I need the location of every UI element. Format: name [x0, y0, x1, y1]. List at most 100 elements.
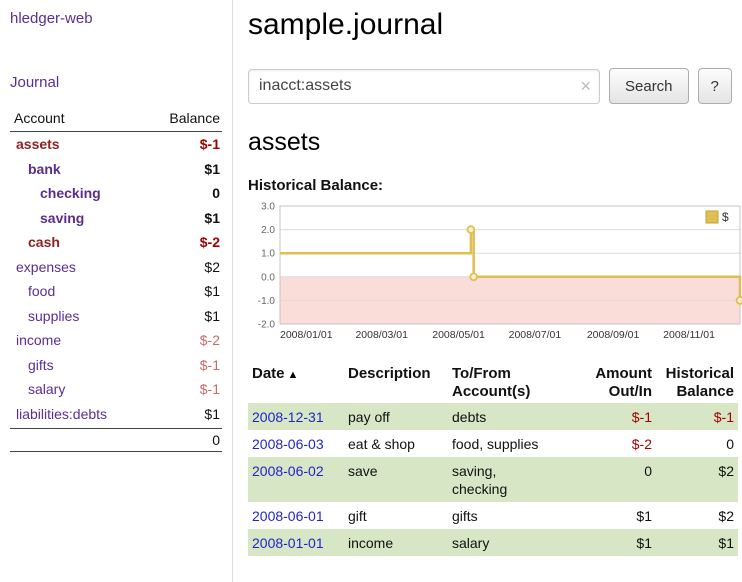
sidebar-account-row: food $1 [10, 279, 222, 304]
transaction-amount-cell: $1 [580, 502, 656, 529]
sidebar-account-link[interactable]: salary [10, 381, 65, 397]
transaction-date-cell: 2008-12-31 [248, 403, 344, 430]
sidebar-account-row: salary $-1 [10, 377, 222, 402]
svg-text:3.0: 3.0 [261, 202, 275, 213]
account-balance-value: 0 [212, 185, 220, 201]
register-row: 2008-01-01incomesalary$1$1 [248, 529, 738, 556]
sidebar-account-link[interactable]: supplies [10, 308, 79, 324]
svg-text:2008/11/01: 2008/11/01 [663, 329, 715, 341]
sidebar-account-row: liabilities:debts $1 [10, 402, 222, 427]
svg-text:$: $ [722, 210, 729, 224]
search-button[interactable]: Search [609, 68, 689, 104]
account-balance-value: $-1 [200, 357, 220, 373]
sidebar-account-link[interactable]: income [10, 332, 61, 348]
account-balance-value: $1 [204, 406, 220, 422]
svg-text:2008/07/01: 2008/07/01 [509, 329, 562, 341]
svg-text:2008/09/01: 2008/09/01 [587, 329, 640, 341]
sidebar-account-row: saving $1 [10, 206, 222, 231]
sidebar-account-link[interactable]: saving [10, 210, 84, 226]
transaction-date-cell: 2008-06-01 [248, 502, 344, 529]
sidebar-account-link[interactable]: gifts [10, 357, 54, 373]
search-box: × [248, 69, 600, 104]
sidebar-account-link[interactable]: liabilities:debts [10, 406, 107, 422]
transaction-date-link[interactable]: 2008-06-02 [252, 463, 324, 479]
transaction-balance-cell: 0 [656, 430, 738, 457]
sidebar-account-row: checking 0 [10, 181, 222, 206]
column-header-balance: Historical Balance [656, 363, 738, 403]
account-balance-value: $-1 [200, 381, 220, 397]
transaction-balance-cell: $1 [656, 529, 738, 556]
chart-title: Historical Balance: [248, 177, 738, 194]
transaction-balance-cell: $-1 [656, 403, 738, 430]
svg-text:-2.0: -2.0 [258, 320, 276, 331]
account-balance-value: $-2 [200, 234, 220, 250]
sidebar-account-row: supplies$1 [10, 304, 222, 329]
date-header-label: Date [252, 365, 285, 382]
sidebar-account-link[interactable]: bank [10, 161, 61, 177]
sidebar-item-journal[interactable]: Journal [10, 74, 59, 91]
balance-chart-svg: $3.02.01.00.0-1.0-2.02008/01/012008/03/0… [248, 198, 742, 350]
svg-text:2008/01/01: 2008/01/01 [280, 329, 333, 341]
sidebar: hledger-web Journal Account Balance asse… [0, 0, 233, 582]
svg-text:1.0: 1.0 [261, 249, 275, 260]
app-title-link[interactable]: hledger-web [10, 10, 93, 27]
sidebar-account-link[interactable]: assets [10, 136, 60, 152]
transaction-description-cell: eat & shop [344, 430, 448, 457]
sidebar-account-link[interactable]: checking [10, 185, 101, 201]
account-balance-value: $-1 [200, 136, 220, 152]
transaction-accounts-cell: salary [448, 529, 580, 556]
transaction-date-link[interactable]: 2008-06-03 [252, 436, 324, 452]
sort-ascending-icon: ▲ [288, 369, 299, 381]
column-header-amount: Amount Out/In [580, 363, 656, 403]
account-balance-value: $-2 [200, 332, 220, 348]
svg-text:2008/05/01: 2008/05/01 [432, 329, 485, 341]
transaction-description-cell: save [344, 457, 448, 502]
sidebar-account-row: cash $-2 [10, 230, 222, 255]
clear-search-icon[interactable]: × [580, 75, 591, 97]
accounts-header-account: Account [14, 110, 65, 126]
transaction-date-link[interactable]: 2008-01-01 [252, 535, 324, 551]
account-balance-value: $1 [204, 161, 220, 177]
register-row: 2008-06-01giftgifts$1$2 [248, 502, 738, 529]
transaction-description-cell: gift [344, 502, 448, 529]
svg-text:2.0: 2.0 [261, 225, 275, 236]
transaction-description-cell: pay off [344, 403, 448, 430]
sidebar-account-link[interactable]: food [10, 283, 55, 299]
account-balance-value: $2 [204, 259, 220, 275]
accounts-tree: Account Balance assets $-1 bank $1 checking 0… [10, 108, 222, 452]
register-table: Date▲ Description To/From Account(s) Amo… [248, 363, 738, 556]
transaction-amount-cell: $1 [580, 529, 656, 556]
transaction-date-cell: 2008-06-03 [248, 430, 344, 457]
svg-text:0.0: 0.0 [261, 272, 275, 283]
sidebar-account-link[interactable]: expenses [10, 259, 76, 275]
accounts-rows: assets $-1 bank $1 checking 0 saving $1 cash $-2 e… [10, 132, 222, 426]
transaction-amount-cell: $-1 [580, 403, 656, 430]
svg-text:-1.0: -1.0 [258, 296, 276, 307]
transaction-balance-cell: $2 [656, 502, 738, 529]
column-header-description: Description [344, 363, 448, 403]
account-balance-value: $1 [204, 283, 220, 299]
account-balance-value: $1 [204, 210, 220, 226]
accounts-header-balance: Balance [169, 110, 220, 126]
historical-balance-chart: $3.02.01.00.0-1.0-2.02008/01/012008/03/0… [248, 198, 738, 355]
column-header-accounts: To/From Account(s) [448, 363, 580, 403]
sidebar-account-row: income $-2 [10, 328, 222, 353]
sidebar-account-row: assets $-1 [10, 132, 222, 157]
transaction-date-link[interactable]: 2008-06-01 [252, 508, 324, 524]
accounts-total-value: 0 [212, 432, 220, 448]
sidebar-account-row: bank $1 [10, 157, 222, 182]
sidebar-account-link[interactable]: cash [10, 234, 60, 250]
register-header-row: Date▲ Description To/From Account(s) Amo… [248, 363, 738, 403]
sidebar-account-row: gifts $-1 [10, 353, 222, 378]
page-title: sample.journal [248, 8, 738, 42]
search-form: × Search ? [248, 68, 738, 104]
column-header-date[interactable]: Date▲ [248, 363, 344, 403]
transaction-balance-cell: $2 [656, 457, 738, 502]
register-row: 2008-06-02savesaving, checking0$2 [248, 457, 738, 502]
help-button[interactable]: ? [698, 68, 732, 104]
search-input[interactable] [248, 69, 600, 104]
transaction-date-link[interactable]: 2008-12-31 [252, 409, 324, 425]
transaction-accounts-cell: debts [448, 403, 580, 430]
accounts-total-row: 0 [10, 428, 222, 452]
transaction-amount-cell: 0 [580, 457, 656, 502]
